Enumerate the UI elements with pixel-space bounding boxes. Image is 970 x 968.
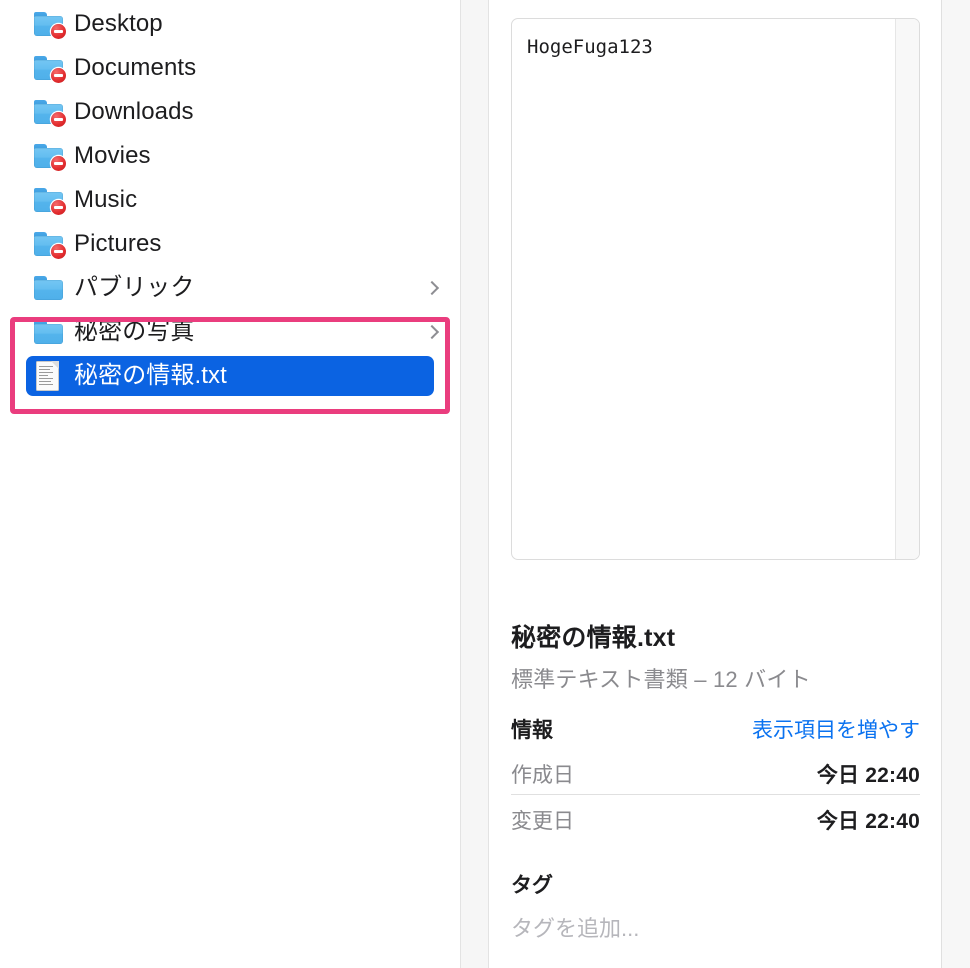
folder-icon [34, 12, 66, 39]
info-row-modified: 変更日 今日 22:40 [511, 805, 920, 835]
file-list-item-label: Pictures [74, 230, 162, 257]
file-list-item-label: パブリック [74, 274, 195, 301]
file-list-item[interactable]: 秘密の写真 [0, 312, 460, 352]
preview-text-content: HogeFuga123 [527, 36, 653, 58]
folder-icon [34, 232, 66, 259]
folder-icon [34, 276, 64, 300]
file-list-item[interactable]: パブリック [0, 268, 460, 308]
file-list-item-label: Desktop [74, 10, 163, 37]
info-row-label: 変更日 [511, 810, 574, 833]
finder-window: Desktop Documents Downloads Movies Music Pict… [0, 0, 970, 968]
file-list-item[interactable]: Music [0, 180, 460, 220]
info-row-value: 今日 22:40 [816, 764, 920, 787]
tags-section-title: タグ [511, 874, 553, 897]
inspector-panel: HogeFuga123 秘密の情報.txt 標準テキスト書類 – 12 バイト … [489, 0, 941, 968]
file-list-item[interactable]: Movies [0, 136, 460, 176]
file-list-item[interactable]: Downloads [0, 92, 460, 132]
no-access-badge-icon [51, 156, 66, 171]
no-access-badge-icon [51, 112, 66, 127]
file-list-item[interactable]: 秘密の情報.txt [26, 356, 434, 396]
tags-section-header: タグ [511, 869, 920, 899]
info-row-value: 今日 22:40 [816, 810, 920, 833]
file-name-heading: 秘密の情報.txt [511, 624, 676, 652]
window-right-strip [942, 0, 970, 968]
file-list-item[interactable]: Pictures [0, 224, 460, 264]
file-list-item[interactable]: Documents [0, 48, 460, 88]
no-access-badge-icon [51, 200, 66, 215]
no-access-badge-icon [51, 68, 66, 83]
file-list-column[interactable]: Desktop Documents Downloads Movies Music Pict… [0, 0, 460, 968]
folder-icon [34, 56, 66, 83]
chevron-right-icon[interactable] [426, 326, 438, 338]
info-row-created: 作成日 今日 22:40 [511, 759, 920, 789]
folder-icon [34, 320, 64, 344]
file-list-item-label: Documents [74, 54, 197, 81]
file-preview-box[interactable]: HogeFuga123 [511, 18, 920, 560]
preview-scrollbar[interactable] [895, 19, 919, 559]
info-section-header: 情報 表示項目を増やす [511, 714, 920, 744]
document-icon [36, 361, 62, 391]
chevron-right-icon[interactable] [426, 282, 438, 294]
file-list-item-label: Music [74, 186, 138, 213]
folder-icon [34, 188, 66, 215]
folder-icon [34, 100, 66, 127]
info-row-label: 作成日 [511, 764, 574, 787]
file-list-item-label: Downloads [74, 98, 194, 125]
file-kind-and-size: 標準テキスト書類 – 12 バイト [511, 667, 811, 692]
no-access-badge-icon [51, 24, 66, 39]
show-more-attributes-link[interactable]: 表示項目を増やす [752, 714, 920, 744]
info-row-separator [511, 794, 920, 795]
add-tag-input[interactable]: タグを追加... [511, 911, 639, 943]
folder-icon [34, 144, 66, 171]
column-gutter [461, 0, 488, 968]
file-list-item-label: 秘密の情報.txt [74, 362, 227, 389]
file-list-item-label: 秘密の写真 [74, 318, 195, 345]
file-list-item-label: Movies [74, 142, 151, 169]
info-section-title: 情報 [511, 719, 553, 742]
no-access-badge-icon [51, 244, 66, 259]
file-list-item[interactable]: Desktop [0, 4, 460, 44]
